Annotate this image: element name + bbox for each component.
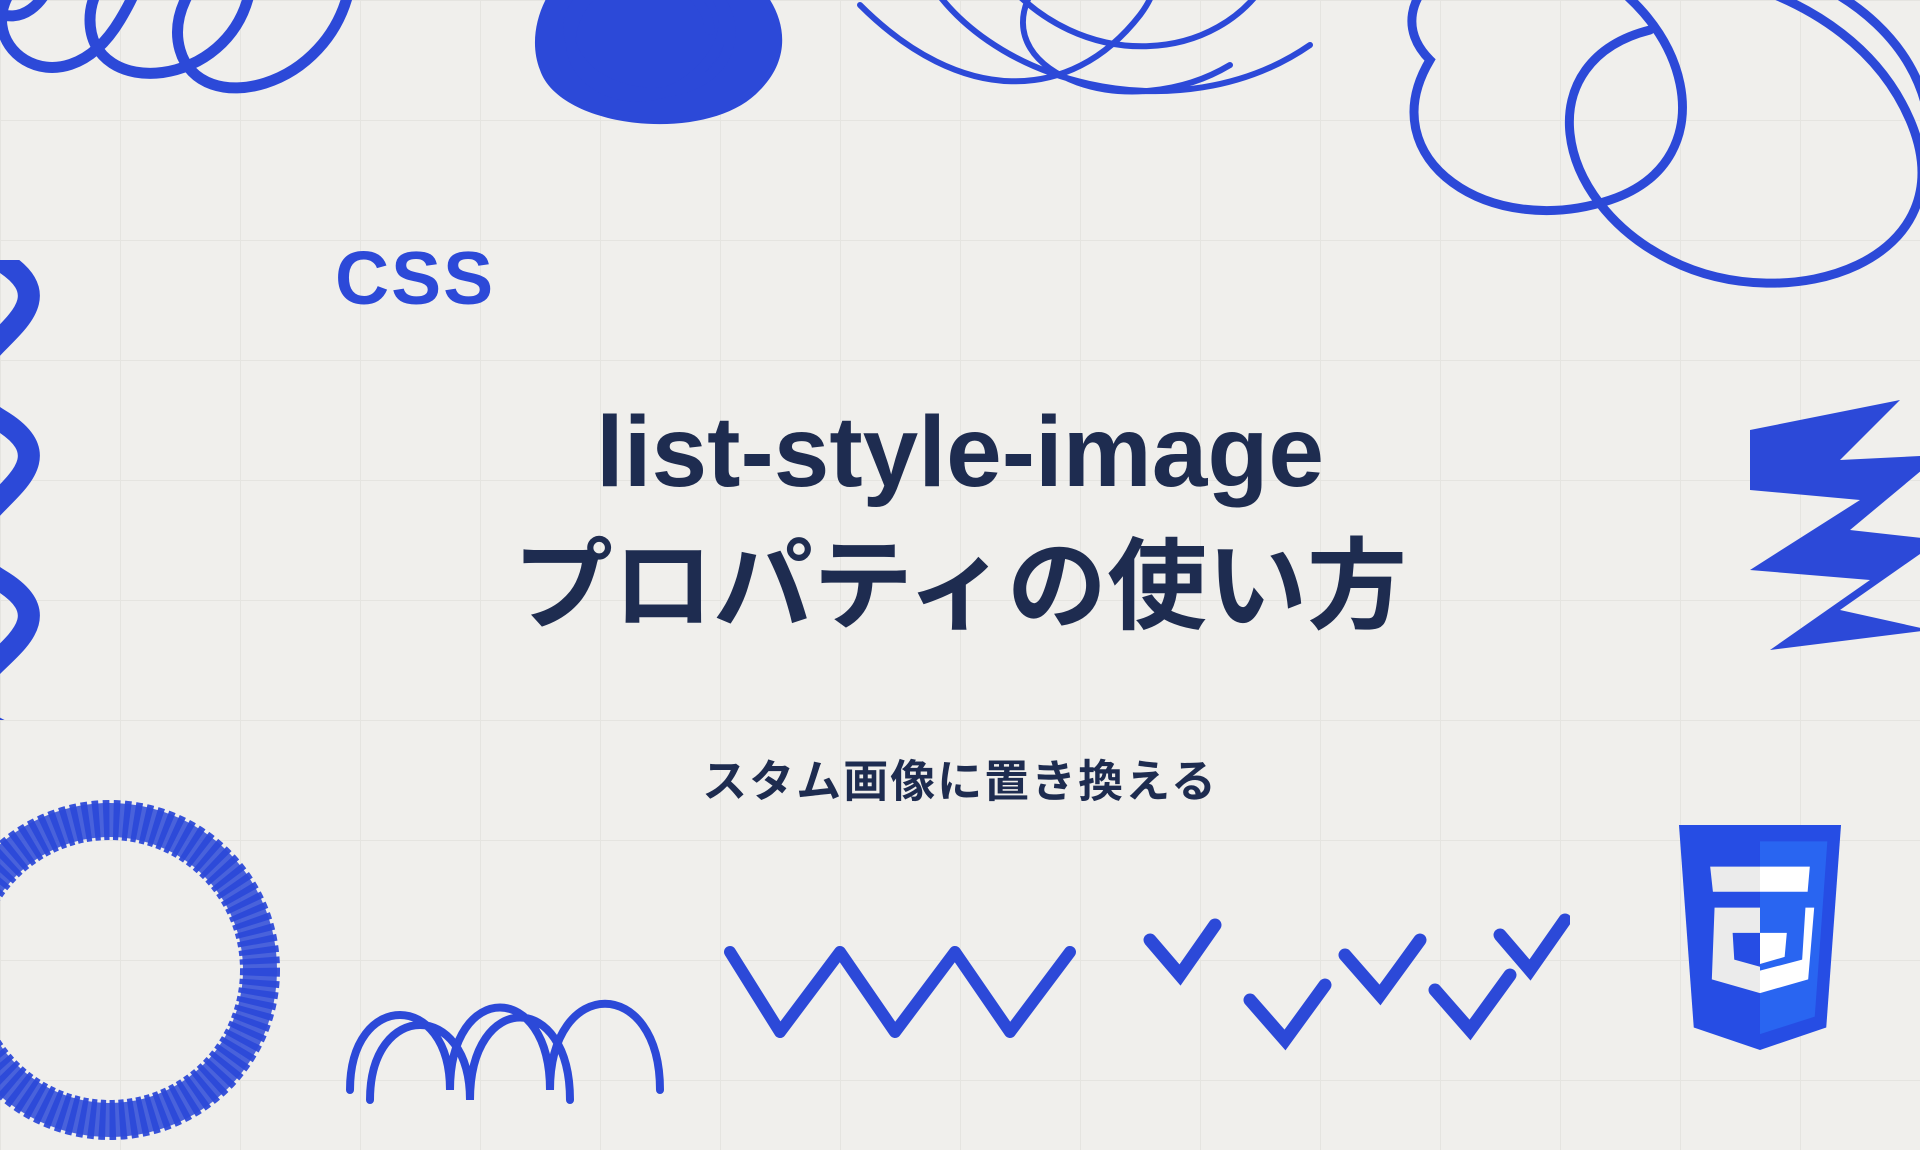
tangle-top-right-icon xyxy=(1310,0,1920,300)
title-line-2: プロパティの使い方 xyxy=(0,520,1920,655)
spring-bottom-icon xyxy=(340,920,690,1120)
title-line-1: list-style-image xyxy=(0,385,1920,520)
spiral-top-icon xyxy=(800,0,1320,155)
subtitle: スタム画像に置き換える xyxy=(0,745,1920,810)
scribble-ball-icon xyxy=(500,0,800,150)
title-block: list-style-image プロパティの使い方 xyxy=(0,385,1920,655)
crayon-circle-icon xyxy=(0,770,320,1150)
css3-logo-icon xyxy=(1660,825,1860,1050)
zigzag-bottom-icon xyxy=(720,922,1110,1062)
checkmarks-icon xyxy=(1130,890,1570,1060)
category-label: CSS xyxy=(335,235,495,321)
loops-top-left-icon xyxy=(0,0,390,160)
